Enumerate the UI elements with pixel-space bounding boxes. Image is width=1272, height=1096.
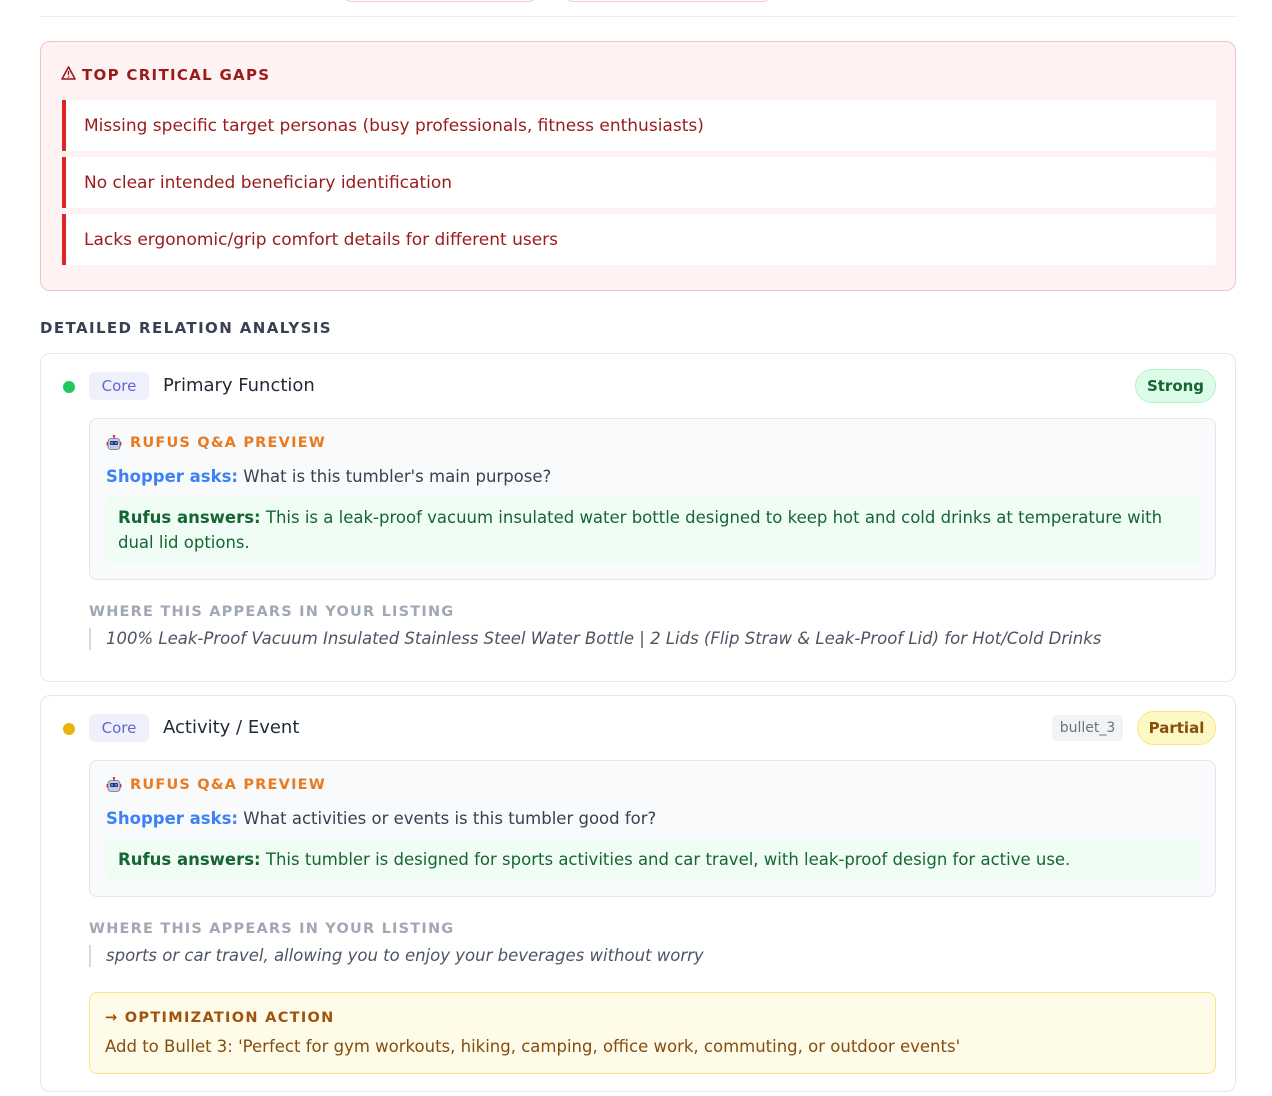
optimization-action: → OPTIMIZATION ACTION Add to Bullet 3: '…: [89, 992, 1216, 1074]
critical-gaps-panel: TOP CRITICAL GAPS Missing specific targe…: [40, 41, 1236, 291]
robot-icon: [106, 776, 122, 793]
listing-quote: sports or car travel, allowing you to en…: [89, 945, 704, 967]
top-tab-remnant: [342, 0, 538, 2]
status-badge: Partial: [1137, 711, 1216, 745]
status-dot: [63, 723, 75, 735]
rufus-label: Rufus answers:: [118, 850, 261, 869]
gap-item: Missing specific target personas (busy p…: [62, 100, 1216, 151]
relation-name: Activity / Event: [163, 717, 300, 738]
warning-icon: [61, 66, 76, 84]
shopper-label: Shopper asks:: [106, 809, 239, 828]
qa-heading: RUFUS Q&A PREVIEW: [106, 776, 326, 793]
shopper-question: Shopper asks: What activities or events …: [106, 809, 656, 828]
rufus-answer: Rufus answers: This tumbler is designed …: [106, 838, 1200, 881]
gap-item: No clear intended beneficiary identifica…: [62, 157, 1216, 208]
source-tag: bullet_3: [1052, 715, 1123, 741]
rufus-qa-preview: RUFUS Q&A PREVIEW Shopper asks: What act…: [89, 760, 1216, 897]
status-dot: [63, 381, 75, 393]
relation-card-primary-function[interactable]: Core Primary Function Strong RUFUS Q&A P…: [40, 353, 1236, 682]
category-badge: Core: [89, 714, 149, 742]
robot-icon: [106, 434, 122, 451]
status-badge: Strong: [1135, 369, 1216, 403]
top-tab-remnant: [564, 0, 772, 2]
answer-text: This tumbler is designed for sports acti…: [265, 850, 1071, 869]
question-text: What activities or events is this tumble…: [243, 809, 657, 828]
relation-name: Primary Function: [163, 375, 315, 396]
where-label: WHERE THIS APPEARS IN YOUR LISTING: [89, 921, 455, 937]
shopper-question: Shopper asks: What is this tumbler's mai…: [106, 467, 551, 486]
critical-gaps-heading: TOP CRITICAL GAPS: [61, 66, 270, 84]
shopper-label: Shopper asks:: [106, 467, 239, 486]
where-label: WHERE THIS APPEARS IN YOUR LISTING: [89, 604, 455, 620]
question-text: What is this tumbler's main purpose?: [243, 467, 552, 486]
listing-quote: 100% Leak-Proof Vacuum Insulated Stainle…: [89, 628, 1101, 650]
answer-text: This is a leak-proof vacuum insulated wa…: [118, 508, 1163, 552]
rufus-label: Rufus answers:: [118, 508, 261, 527]
section-heading: DETAILED RELATION ANALYSIS: [40, 319, 333, 337]
relation-card-activity-event[interactable]: Core Activity / Event bullet_3 Partial R…: [40, 695, 1236, 1092]
qa-title: RUFUS Q&A PREVIEW: [130, 777, 326, 793]
rufus-qa-preview: RUFUS Q&A PREVIEW Shopper asks: What is …: [89, 418, 1216, 580]
top-divider: [40, 0, 1238, 17]
qa-title: RUFUS Q&A PREVIEW: [130, 435, 326, 451]
rufus-answer: Rufus answers: This is a leak-proof vacu…: [106, 496, 1200, 564]
category-badge: Core: [89, 372, 149, 400]
gap-item: Lacks ergonomic/grip comfort details for…: [62, 214, 1216, 265]
critical-gaps-title: TOP CRITICAL GAPS: [82, 66, 271, 84]
optimization-title: → OPTIMIZATION ACTION: [105, 1010, 335, 1026]
qa-heading: RUFUS Q&A PREVIEW: [106, 434, 326, 451]
optimization-text: Add to Bullet 3: 'Perfect for gym workou…: [105, 1037, 961, 1056]
